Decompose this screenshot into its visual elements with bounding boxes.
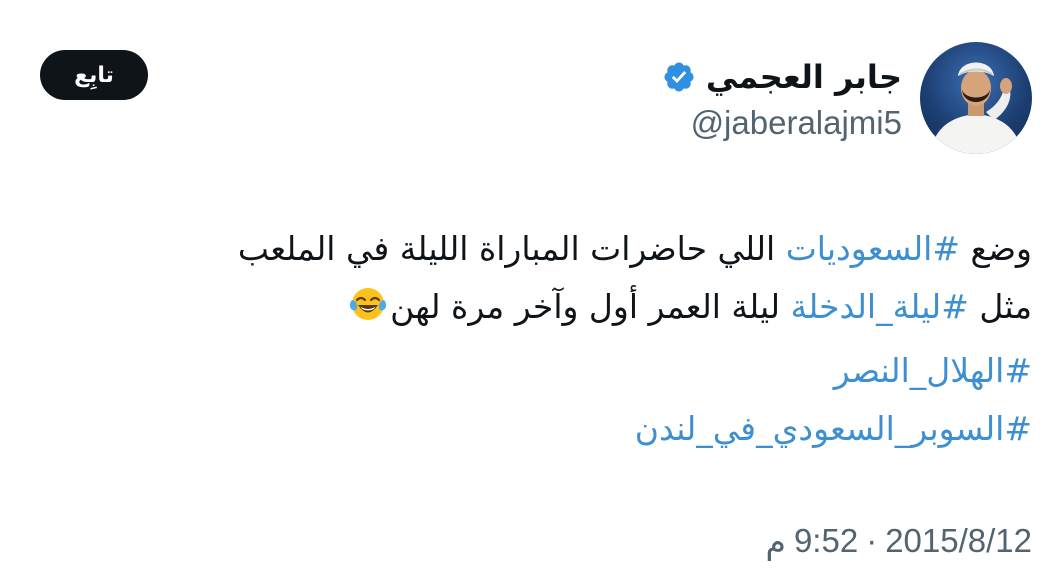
- tweet-text-segment: وضع: [959, 229, 1032, 268]
- follow-button[interactable]: تابِع: [40, 50, 148, 100]
- author-name-row: جابر العجمي: [662, 52, 902, 102]
- tweet-text-segment: مثل: [968, 287, 1032, 326]
- tweet-line-3: #الهلال_النصر: [22, 342, 1032, 400]
- author-avatar[interactable]: [920, 42, 1032, 154]
- hashtag-link[interactable]: #الهلال_النصر: [834, 351, 1032, 390]
- tweet-timestamp[interactable]: 2015/8/12 · 9:52 م: [766, 522, 1032, 561]
- tweet-card: جابر العجمي @jaberalajmi5 تابِع وضع #الس…: [0, 0, 1052, 585]
- tweet-line-1: وضع #السعوديات اللي حاضرات المباراة اللي…: [22, 220, 1032, 278]
- tweet-line-4: #السوبر_السعودي_في_لندن: [22, 400, 1032, 458]
- author-handle[interactable]: @jaberalajmi5: [691, 104, 902, 142]
- tweet-text: وضع #السعوديات اللي حاضرات المباراة اللي…: [22, 220, 1032, 458]
- hashtag-link[interactable]: #ليلة_الدخلة: [791, 287, 969, 326]
- face-with-tears-of-joy-emoji-icon: [348, 284, 388, 342]
- tweet-line-2: مثل #ليلة_الدخلة ليلة العمر أول وآخر مرة…: [22, 278, 1032, 342]
- avatar-photo-icon: [930, 62, 1022, 154]
- timestamp-time: 9:52: [793, 522, 859, 559]
- timestamp-ampm: م: [765, 522, 786, 561]
- verified-badge-icon: [662, 60, 696, 94]
- timestamp-date: 2015/8/12: [885, 522, 1032, 559]
- timestamp-separator: ·: [866, 522, 878, 559]
- hashtag-link[interactable]: #السعوديات: [786, 229, 960, 268]
- tweet-text-segment: ليلة العمر أول وآخر مرة لهن: [390, 287, 791, 326]
- hashtag-link[interactable]: #السوبر_السعودي_في_لندن: [635, 409, 1032, 448]
- tweet-text-segment: اللي حاضرات المباراة الليلة في الملعب: [237, 229, 786, 268]
- author-display-name[interactable]: جابر العجمي: [706, 58, 902, 96]
